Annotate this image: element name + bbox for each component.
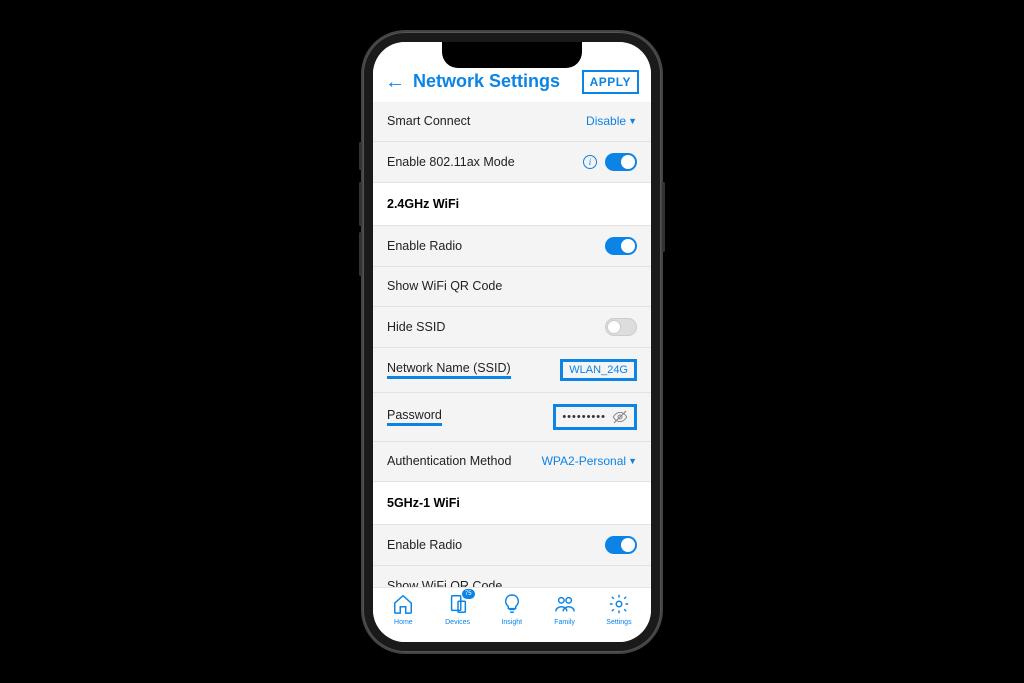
chevron-down-icon: ▼ (628, 456, 637, 466)
auth-label: Authentication Method (387, 454, 542, 468)
bulb-icon (501, 593, 523, 617)
back-icon[interactable]: ← (385, 72, 405, 92)
enable-radio-5-toggle[interactable] (605, 536, 637, 554)
row-smart-connect[interactable]: Smart Connect Disable ▼ (373, 102, 651, 142)
family-icon (554, 593, 576, 617)
row-enable-radio-5: Enable Radio (373, 525, 651, 566)
info-icon[interactable]: i (583, 155, 597, 169)
row-enable-radio-24: Enable Radio (373, 226, 651, 267)
notch (442, 42, 582, 68)
tab-settings[interactable]: Settings (606, 593, 631, 626)
row-hide-ssid: Hide SSID (373, 307, 651, 348)
password-value: ••••••••• (562, 411, 606, 423)
ax-mode-toggle[interactable] (605, 153, 637, 171)
tab-home[interactable]: Home (392, 593, 414, 626)
smart-connect-label: Smart Connect (387, 114, 586, 128)
page-title: Network Settings (413, 71, 560, 92)
tab-bar: Home 75 Devices Insight Family (373, 587, 651, 642)
section-24ghz: 2.4GHz WiFi (373, 183, 651, 226)
show-qr-5-label: Show WiFi QR Code (387, 579, 637, 587)
ax-mode-label: Enable 802.11ax Mode (387, 155, 583, 169)
password-value-box[interactable]: ••••••••• (553, 404, 637, 430)
row-password[interactable]: Password ••••••••• (373, 393, 651, 442)
ssid-value-box[interactable]: WLAN_24G (560, 359, 637, 381)
row-ax-mode: Enable 802.11ax Mode i (373, 142, 651, 183)
apply-button[interactable]: APPLY (582, 70, 639, 94)
tab-insight[interactable]: Insight (501, 593, 523, 626)
chevron-down-icon: ▼ (628, 116, 637, 126)
password-label: Password (387, 408, 442, 426)
ssid-value: WLAN_24G (569, 364, 628, 376)
gear-icon (608, 593, 630, 617)
row-ssid[interactable]: Network Name (SSID) WLAN_24G (373, 348, 651, 393)
enable-radio-5-label: Enable Radio (387, 538, 605, 552)
devices-icon: 75 (447, 593, 469, 617)
row-show-qr-24[interactable]: Show WiFi QR Code (373, 267, 651, 307)
home-icon (392, 593, 414, 617)
tab-devices[interactable]: 75 Devices (445, 593, 470, 626)
phone-frame: ← Network Settings APPLY Smart Connect D… (363, 32, 661, 652)
smart-connect-value[interactable]: Disable ▼ (586, 114, 637, 128)
devices-badge: 75 (462, 589, 475, 599)
screen: ← Network Settings APPLY Smart Connect D… (373, 42, 651, 642)
hide-ssid-toggle[interactable] (605, 318, 637, 336)
ssid-label: Network Name (SSID) (387, 361, 511, 379)
enable-radio-24-toggle[interactable] (605, 237, 637, 255)
tab-family[interactable]: Family (554, 593, 576, 626)
enable-radio-label: Enable Radio (387, 239, 605, 253)
auth-value[interactable]: WPA2-Personal ▼ (542, 454, 637, 468)
hide-ssid-label: Hide SSID (387, 320, 605, 334)
show-qr-label: Show WiFi QR Code (387, 279, 637, 293)
settings-list[interactable]: Smart Connect Disable ▼ Enable 802.11ax … (373, 102, 651, 587)
row-show-qr-5[interactable]: Show WiFi QR Code (373, 566, 651, 587)
row-auth-method[interactable]: Authentication Method WPA2-Personal ▼ (373, 442, 651, 482)
eye-off-icon[interactable] (612, 409, 628, 425)
section-5ghz: 5GHz-1 WiFi (373, 482, 651, 525)
